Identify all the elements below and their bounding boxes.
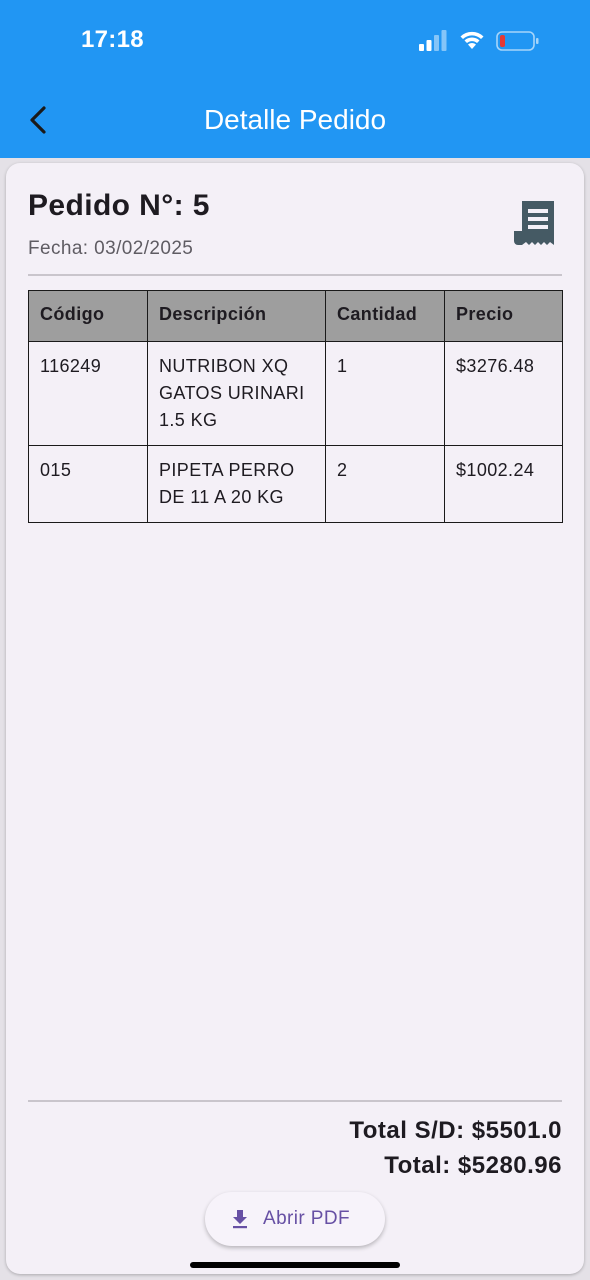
open-pdf-button[interactable]: Abrir PDF	[205, 1192, 385, 1246]
cell-code: 015	[28, 445, 148, 523]
receipt-icon	[514, 201, 554, 245]
order-card: Pedido N°: 5 Fecha: 03/02/2025 Código De…	[6, 163, 584, 1274]
table-row: 015 PIPETA PERRO DE 11 A 20 KG 2 $1002.2…	[28, 445, 563, 523]
cell-quantity: 1	[325, 341, 445, 446]
column-header-description: Descripción	[147, 290, 326, 342]
cell-price: $1002.24	[444, 445, 563, 523]
table-header-row: Código Descripción Cantidad Precio	[28, 290, 563, 342]
home-indicator	[190, 1262, 400, 1268]
cell-price: $3276.48	[444, 341, 563, 446]
column-header-code: Código	[28, 290, 148, 342]
status-icons	[418, 28, 540, 54]
wifi-icon	[460, 31, 484, 49]
header-divider	[28, 274, 562, 276]
order-number: Pedido N°: 5	[28, 189, 210, 222]
order-date: Fecha: 03/02/2025	[28, 238, 194, 259]
cell-code: 116249	[28, 341, 148, 446]
open-pdf-label: Abrir PDF	[263, 1208, 350, 1229]
cell-quantity: 2	[325, 445, 445, 523]
footer-divider	[28, 1100, 562, 1102]
cellular-signal-icon	[419, 30, 447, 51]
page-title: Detalle Pedido	[203, 104, 387, 135]
status-time: 17:18	[81, 26, 144, 53]
total-without-discount: Total S/D: $5501.0	[349, 1117, 562, 1144]
order-items-table: Código Descripción Cantidad Precio 11624…	[28, 290, 563, 523]
column-header-quantity: Cantidad	[325, 290, 445, 342]
column-header-price: Precio	[444, 290, 563, 342]
battery-icon	[496, 31, 539, 51]
cell-description: PIPETA PERRO DE 11 A 20 KG	[147, 445, 326, 523]
app-bar: 17:18 Detalle Pedido	[0, 0, 590, 158]
download-icon	[233, 1210, 247, 1229]
table-row: 116249 NUTRIBON XQ GATOS URINARI 1.5 KG …	[28, 341, 563, 446]
total-amount: Total: $5280.96	[384, 1152, 562, 1179]
cell-description: NUTRIBON XQ GATOS URINARI 1.5 KG	[147, 341, 326, 446]
